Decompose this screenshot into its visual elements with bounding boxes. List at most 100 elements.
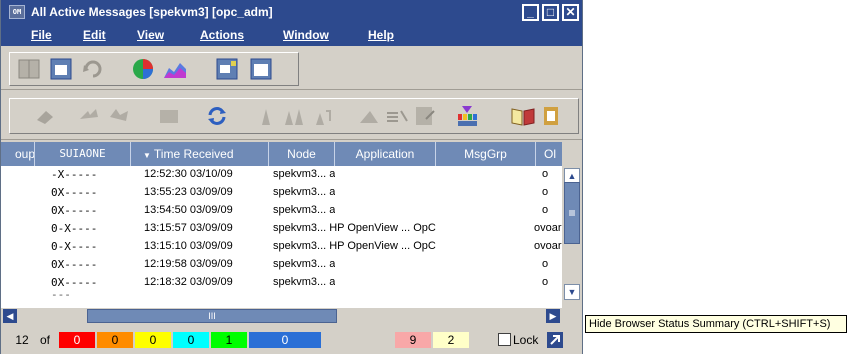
annotate-button[interactable] xyxy=(156,103,182,129)
scroll-down-button[interactable]: ▼ xyxy=(564,284,580,300)
unmatched-count[interactable]: 9 xyxy=(395,332,431,348)
scroll-right-button[interactable]: ▶ xyxy=(546,309,560,323)
cell-flags: 0X----- xyxy=(51,204,98,217)
severity-normal-count[interactable]: 1 xyxy=(211,332,247,348)
horizontal-scrollbar[interactable]: ◀ III ▶ xyxy=(1,308,562,324)
scroll-left-button[interactable]: ◀ xyxy=(3,309,17,323)
menu-edit[interactable]: Edit xyxy=(83,28,106,42)
disown-button[interactable] xyxy=(106,103,132,129)
maximize-button[interactable]: □ xyxy=(542,3,559,21)
column-header-time[interactable]: ▼ Time Received xyxy=(131,142,269,166)
toolbar-top-group xyxy=(9,52,299,86)
close-button[interactable]: ✕ xyxy=(562,3,579,21)
table-row[interactable]: 0X----- 13:55:23 03/09/09 spekvm3... a o xyxy=(1,185,562,202)
refresh-gray-button[interactable] xyxy=(80,56,106,82)
table-row[interactable]: 0-X---- 13:15:57 03/09/09 spekvm3... HP … xyxy=(1,221,562,238)
modify-button[interactable] xyxy=(412,103,438,129)
cell-node: spekvm3... a xyxy=(273,186,336,198)
column-header-time-label: Time Received xyxy=(153,147,234,161)
refresh-button[interactable] xyxy=(204,103,230,129)
cell-time: 13:54:50 03/09/09 xyxy=(144,204,233,216)
severity-major-count[interactable]: 0 xyxy=(97,332,133,348)
book-button[interactable] xyxy=(16,56,42,82)
table-row[interactable]: 0X----- 12:18:32 03/09/09 spekvm3... a o xyxy=(1,275,562,292)
column-header-group[interactable]: oup. xyxy=(1,142,35,166)
column-header-object-label: Ol xyxy=(544,147,556,161)
title-bar[interactable]: OM All Active Messages [spekvm3] [opc_ad… xyxy=(1,0,582,24)
table-row[interactable]: 0X----- 13:54:50 03/09/09 spekvm3... a o xyxy=(1,203,562,220)
ack-all-button[interactable] xyxy=(282,103,308,129)
minimize-button[interactable]: _ xyxy=(522,3,539,21)
workspace-button[interactable] xyxy=(214,56,240,82)
chevron-up-icon: ▲ xyxy=(567,171,577,181)
column-header-node-label: Node xyxy=(287,147,316,161)
severity-critical-count[interactable]: 0 xyxy=(59,332,95,348)
column-header-msggrp[interactable]: MsgGrp xyxy=(436,142,536,166)
menu-file[interactable]: File xyxy=(31,28,52,42)
history-chart-button[interactable] xyxy=(162,56,188,82)
menu-window[interactable]: Window xyxy=(283,28,329,42)
collapse-arrow-icon xyxy=(547,332,563,348)
column-header-object[interactable]: Ol xyxy=(536,142,562,166)
column-header-msggrp-label: MsgGrp xyxy=(464,147,507,161)
book-open-icon xyxy=(511,108,535,126)
column-header-node[interactable]: Node xyxy=(269,142,335,166)
lock-label: Lock xyxy=(513,333,539,347)
cell-time: 12:52:30 03/10/09 xyxy=(144,168,233,180)
book-open-button[interactable] xyxy=(510,103,536,129)
cell-node: spekvm3... HP OpenView ... OpC xyxy=(273,240,436,252)
maximize-icon: □ xyxy=(546,5,555,19)
message-count: 12 xyxy=(15,333,29,347)
unacknowledge-icon xyxy=(316,110,331,125)
window-button[interactable] xyxy=(248,56,274,82)
cell-flags-partial: --- xyxy=(51,293,71,301)
refresh-gray-icon xyxy=(83,60,102,78)
horizontal-scroll-thumb[interactable]: III xyxy=(87,309,337,323)
severity-filter-button[interactable] xyxy=(454,103,480,129)
window-icon xyxy=(250,58,272,80)
operator-action-button[interactable] xyxy=(356,103,382,129)
menu-view[interactable]: View xyxy=(137,28,164,42)
cell-object: o xyxy=(542,258,549,270)
column-header-flags[interactable]: SUIAONE xyxy=(35,142,131,166)
table-row[interactable]: 0X----- 12:19:58 03/09/09 spekvm3... a o xyxy=(1,257,562,274)
cell-object: o xyxy=(542,276,549,288)
own-button[interactable] xyxy=(76,103,102,129)
column-header-application-label: Application xyxy=(355,147,415,161)
severity-unknown-count[interactable]: 0 xyxy=(249,332,321,348)
pie-chart-icon xyxy=(133,59,153,79)
instructions-button[interactable] xyxy=(384,103,410,129)
vertical-scrollbar[interactable]: ▲ ▼ xyxy=(562,142,582,308)
browser-status-summary: 12 of 0 0 0 0 1 0 9 2 Lock xyxy=(1,326,582,354)
menu-help[interactable]: Help xyxy=(368,28,394,42)
table-row-partial[interactable]: --- xyxy=(1,293,562,308)
column-header-application[interactable]: Application xyxy=(335,142,436,166)
toolbar-actions-group xyxy=(9,98,579,134)
refresh-icon xyxy=(208,107,226,125)
vertical-scroll-thumb[interactable] xyxy=(564,182,580,244)
overflow-icon xyxy=(544,107,558,125)
operator-action-icon xyxy=(360,111,378,123)
ack-button[interactable] xyxy=(256,103,282,129)
unack-button[interactable] xyxy=(310,103,336,129)
eraser-button[interactable] xyxy=(32,103,58,129)
acknowledge-icon xyxy=(262,109,270,125)
severity-minor-count[interactable]: 0 xyxy=(135,332,171,348)
grip-icon xyxy=(569,210,575,216)
more-tools-button[interactable] xyxy=(542,103,562,129)
table-row[interactable]: 0-X---- 13:15:10 03/09/09 spekvm3... HP … xyxy=(1,239,562,256)
hide-status-summary-button[interactable] xyxy=(547,330,575,350)
pie-chart-button[interactable] xyxy=(130,56,156,82)
filter-view-button[interactable] xyxy=(48,56,74,82)
severity-warning-count[interactable]: 0 xyxy=(173,332,209,348)
chevron-left-icon: ◀ xyxy=(6,311,14,321)
table-row[interactable]: -X----- 12:52:30 03/10/09 spekvm3... a o xyxy=(1,167,562,184)
cell-object: o xyxy=(542,204,549,216)
annotate-icon xyxy=(160,110,178,123)
unbuffered-count[interactable]: 2 xyxy=(433,332,469,348)
menu-actions[interactable]: Actions xyxy=(200,28,244,42)
lock-checkbox[interactable] xyxy=(498,333,511,346)
area-chart-icon xyxy=(164,63,186,78)
cell-flags: 0X----- xyxy=(51,186,98,199)
severity-filter-icon xyxy=(458,106,477,126)
